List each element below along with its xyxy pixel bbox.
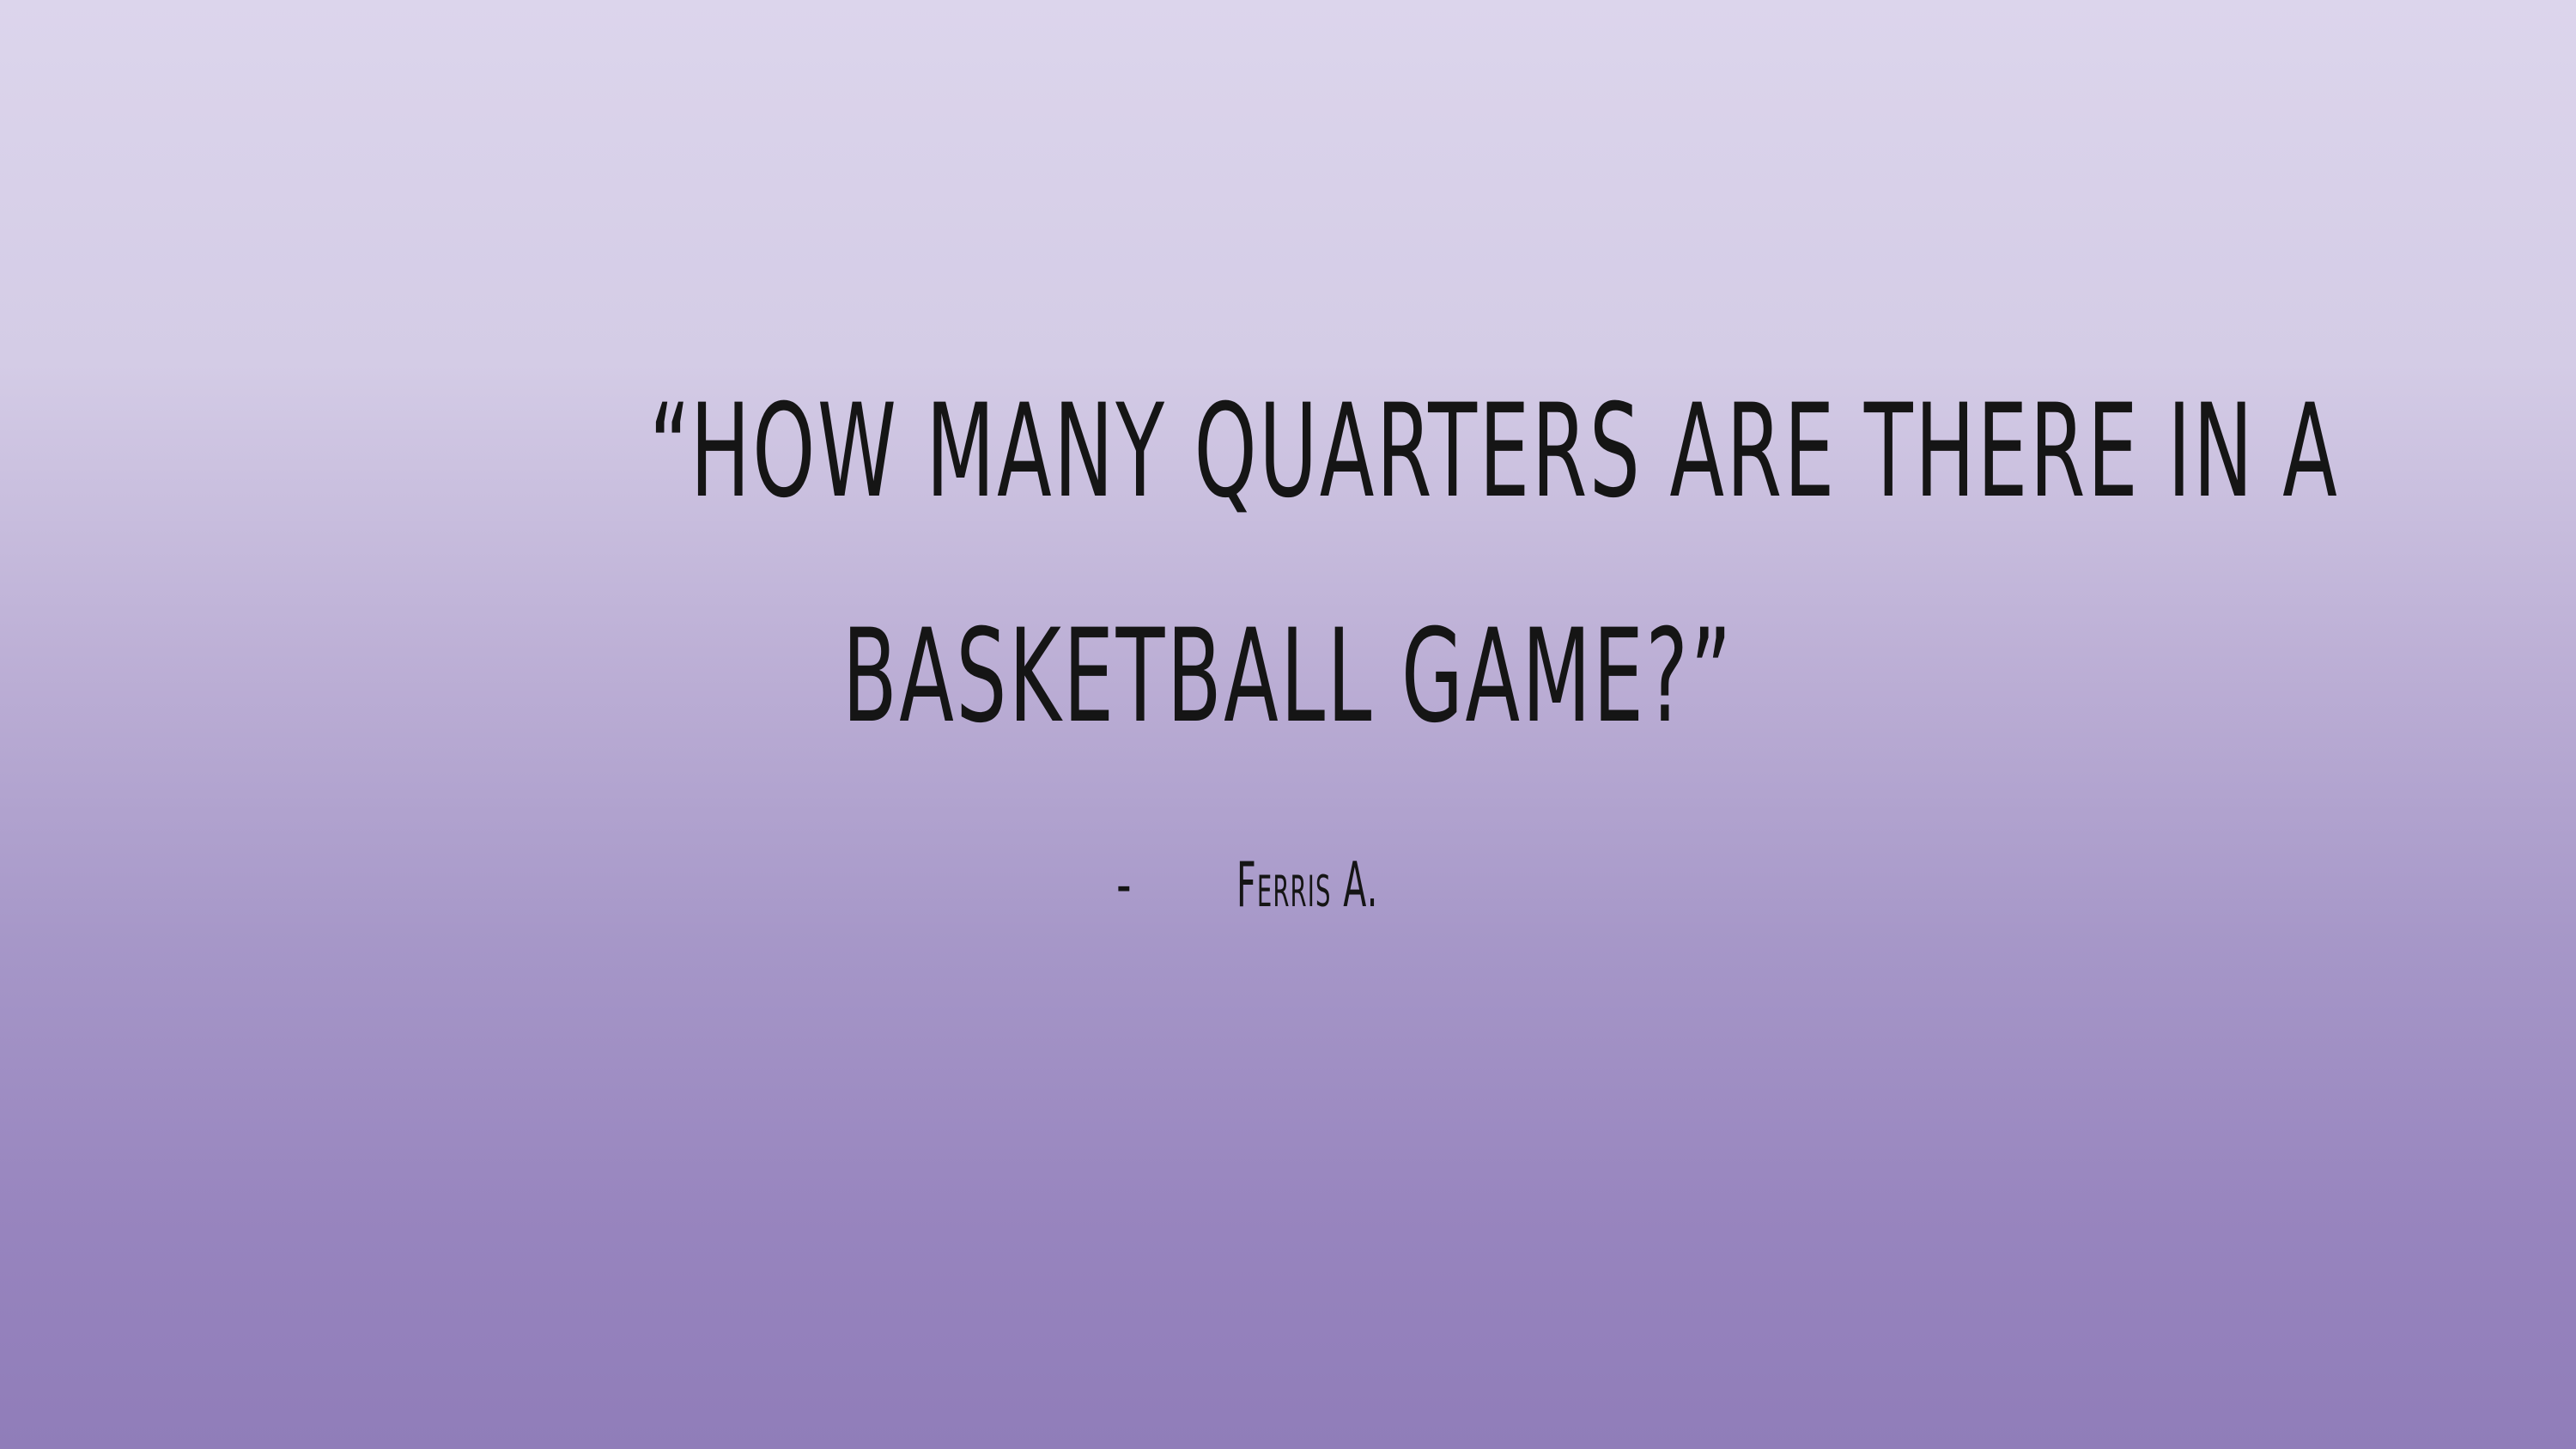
attribution: - Ferris A.: [1116, 842, 1495, 928]
attribution-dash: -: [1116, 849, 1132, 920]
quote-text: “How many quarters are there in a basket…: [649, 339, 2340, 789]
author-name: Ferris A.: [1236, 849, 1379, 921]
quote-line-1: “How many quarters are there in a: [649, 377, 2340, 527]
quote-line-2: basketball game?”: [841, 602, 1734, 752]
slide: “How many quarters are there in a basket…: [0, 0, 2576, 1449]
